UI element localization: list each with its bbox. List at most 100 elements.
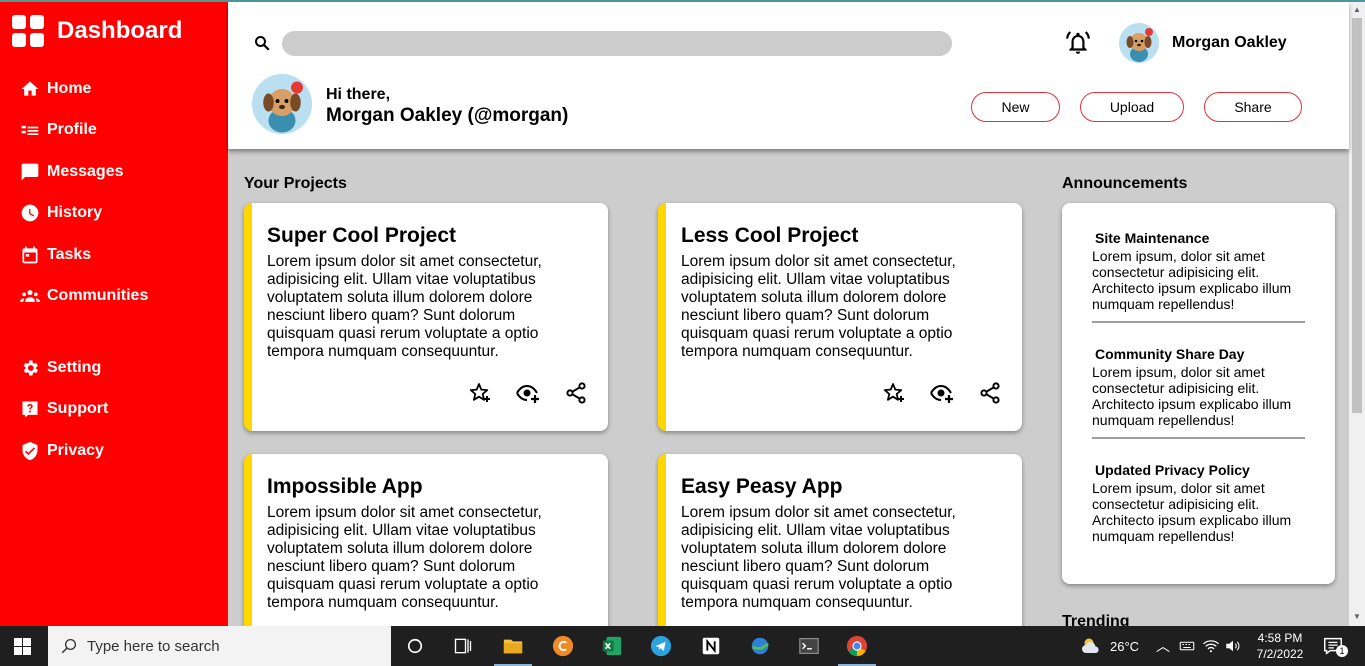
announcement-text: Lorem ipsum, dolor sit amet consectetur …	[1092, 480, 1292, 544]
sidebar-item-history[interactable]: History	[20, 203, 102, 223]
notification-count-badge: 1	[1336, 645, 1348, 657]
project-title: Impossible App	[267, 475, 423, 498]
brand-title: Dashboard	[57, 17, 183, 44]
announcement-title: Community Share Day	[1095, 346, 1245, 362]
dashboard-logo-icon	[12, 15, 44, 47]
clock-date: 7/2/2022	[1256, 647, 1304, 661]
history-icon	[21, 204, 39, 222]
project-card[interactable]: Easy Peasy App Lorem ipsum dolor sit ame…	[658, 454, 1022, 626]
weather-widget[interactable]: 26°C	[1079, 626, 1139, 666]
tray-icons: ︿	[1156, 626, 1242, 666]
sidebar-item-support[interactable]: Support	[20, 399, 108, 419]
project-card[interactable]: Super Cool Project Lorem ipsum dolor sit…	[244, 203, 608, 431]
announcement-item[interactable]: Updated Privacy Policy Lorem ipsum, dolo…	[1092, 462, 1306, 544]
sidebar-item-label: Home	[47, 80, 92, 97]
notification-center[interactable]: 1	[1322, 626, 1348, 666]
keyboard-language-icon[interactable]	[1178, 637, 1196, 655]
telegram-icon[interactable]	[649, 634, 673, 658]
star-add-icon[interactable]	[882, 381, 906, 405]
trending-section-title: Trending	[1062, 613, 1130, 626]
star-add-icon[interactable]	[468, 381, 492, 405]
vertical-scrollbar[interactable]: ▲ ▼	[1349, 2, 1365, 626]
new-button[interactable]: New	[971, 92, 1060, 122]
windows-start-icon[interactable]	[14, 638, 31, 655]
announcement-text: Lorem ipsum, dolor sit amet consectetur …	[1092, 248, 1292, 312]
header-user-name[interactable]: Morgan Oakley	[1172, 34, 1287, 52]
chrome-icon[interactable]	[845, 634, 869, 658]
ccleaner-icon[interactable]	[551, 634, 575, 658]
project-card[interactable]: Impossible App Lorem ipsum dolor sit ame…	[244, 454, 608, 626]
task-view-icon[interactable]	[451, 634, 475, 658]
share-icon[interactable]	[978, 381, 1002, 405]
wifi-icon[interactable]	[1202, 637, 1220, 655]
chevron-up-icon[interactable]: ︿	[1156, 636, 1170, 656]
sidebar-item-setting[interactable]: Setting	[20, 358, 101, 378]
project-card[interactable]: Less Cool Project Lorem ipsum dolor sit …	[658, 203, 1022, 431]
sidebar-item-label: Setting	[47, 359, 102, 376]
watch-add-icon[interactable]	[930, 381, 954, 405]
project-title: Easy Peasy App	[681, 475, 843, 498]
project-title: Super Cool Project	[267, 224, 457, 247]
search-icon[interactable]	[253, 34, 271, 52]
project-description: Lorem ipsum dolor sit amet consectetur, …	[681, 504, 956, 611]
brand[interactable]: Dashboard	[12, 15, 182, 47]
scroll-down-arrow-icon[interactable]: ▼	[1353, 612, 1361, 621]
gear-icon	[23, 360, 38, 376]
sidebar-item-communities[interactable]: Communities	[20, 286, 148, 306]
taskbar-search[interactable]: Type here to search	[48, 626, 391, 666]
announcements-panel: Site Maintenance Lorem ipsum, dolor sit …	[1062, 203, 1335, 584]
announcement-item[interactable]: Community Share Day Lorem ipsum, dolor s…	[1092, 346, 1306, 428]
clock[interactable]: 4:58 PM 7/2/2022	[1254, 630, 1306, 662]
sidebar-item-label: Tasks	[47, 246, 92, 263]
file-explorer-icon[interactable]	[501, 634, 525, 658]
excel-icon[interactable]	[600, 634, 624, 658]
weather-temperature: 26°C	[1110, 638, 1140, 654]
share-icon[interactable]	[564, 381, 588, 405]
avatar[interactable]	[1119, 23, 1159, 63]
sidebar-item-privacy[interactable]: Privacy	[20, 441, 104, 461]
project-title: Less Cool Project	[681, 224, 859, 247]
main-content: Your Projects Super Cool Project Lorem i…	[228, 149, 1349, 626]
share-button[interactable]: Share	[1204, 92, 1302, 122]
sidebar-item-messages[interactable]: Messages	[20, 162, 124, 182]
sidebar-item-label: Messages	[47, 163, 124, 180]
sidebar-item-label: Support	[47, 400, 109, 417]
announcement-item[interactable]: Site Maintenance Lorem ipsum, dolor sit …	[1092, 230, 1306, 312]
sidebar-item-profile[interactable]: Profile	[20, 120, 97, 140]
support-icon	[22, 401, 38, 418]
sidebar-item-tasks[interactable]: Tasks	[20, 245, 91, 265]
projects-section-title: Your Projects	[244, 175, 347, 192]
search-input[interactable]	[282, 31, 952, 56]
taskbar: Type here to search 26°C ︿ 4:58 PM 7/2/2…	[0, 626, 1365, 666]
terminal-icon[interactable]	[797, 634, 821, 658]
sidebar-item-home[interactable]: Home	[20, 79, 91, 99]
sidebar-item-label: Communities	[47, 287, 149, 304]
scroll-thumb[interactable]	[1352, 18, 1362, 413]
profile-avatar	[252, 74, 312, 134]
greeting-label: Hi there,	[326, 86, 391, 103]
announcement-text: Lorem ipsum, dolor sit amet consectetur …	[1092, 364, 1292, 428]
cortana-icon[interactable]	[403, 634, 427, 658]
upload-button[interactable]: Upload	[1080, 92, 1184, 122]
project-description: Lorem ipsum dolor sit amet consectetur, …	[267, 504, 542, 611]
announcements-section-title: Announcements	[1062, 175, 1188, 192]
watch-add-icon[interactable]	[516, 381, 540, 405]
volume-icon[interactable]	[1224, 637, 1242, 655]
project-actions	[858, 381, 1002, 405]
divider	[1092, 321, 1305, 323]
notion-icon[interactable]	[699, 634, 723, 658]
divider	[1092, 437, 1305, 439]
shield-icon	[22, 441, 38, 461]
home-icon	[21, 81, 39, 96]
project-description: Lorem ipsum dolor sit amet consectetur, …	[681, 253, 956, 360]
header: Morgan Oakley Hi there, Morgan Oakley (@…	[228, 2, 1349, 149]
bell-icon[interactable]	[1065, 30, 1091, 56]
globe-app-icon[interactable]	[748, 634, 772, 658]
clock-time: 4:58 PM	[1257, 631, 1303, 645]
dog-avatar-image	[1119, 23, 1159, 63]
dog-avatar-image	[252, 74, 312, 134]
search-icon	[61, 638, 77, 654]
taskbar-search-placeholder: Type here to search	[87, 637, 220, 655]
sidebar-item-label: Privacy	[47, 442, 104, 459]
scroll-up-arrow-icon[interactable]: ▲	[1353, 5, 1361, 14]
